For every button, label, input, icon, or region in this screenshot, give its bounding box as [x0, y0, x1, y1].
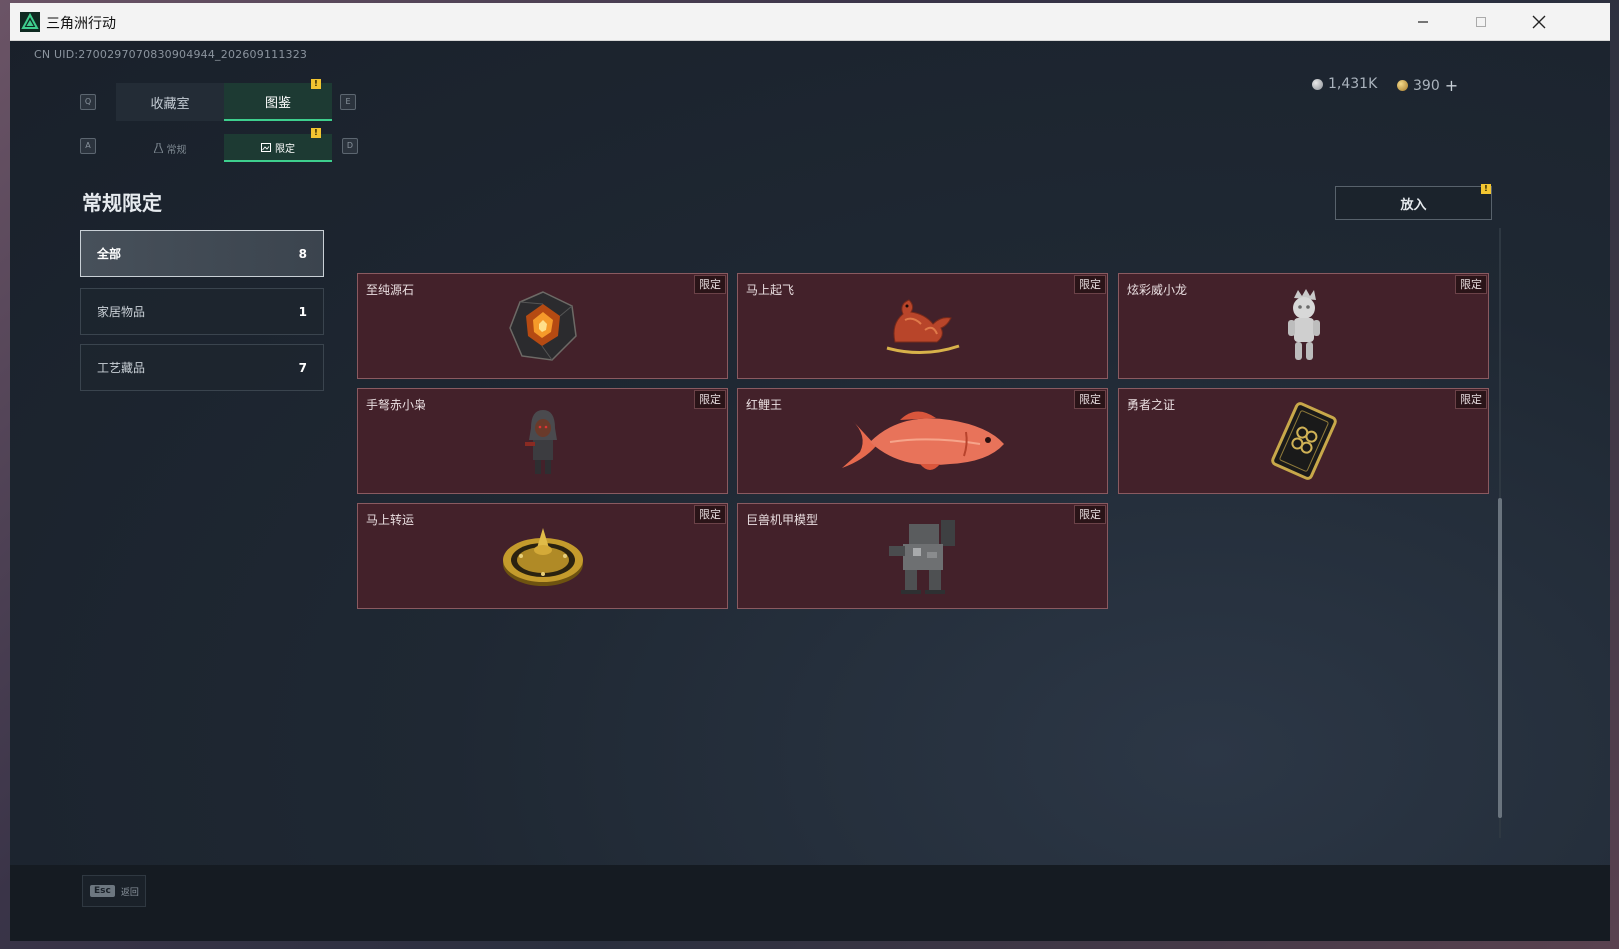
collection-item[interactable]: 炫彩威小龙 限定 [1118, 273, 1489, 379]
item-name: 红鲤王 [746, 398, 783, 412]
category-count: 7 [298, 360, 307, 375]
category-all[interactable]: 全部 8 [80, 230, 324, 277]
flask-icon [153, 143, 163, 153]
game-window: 三角洲行动 CN UID:2700297070830904944_2026091… [10, 3, 1610, 941]
close-icon [1532, 15, 1546, 28]
subtab-regular-label: 常规 [166, 144, 187, 156]
category-label: 全部 [97, 247, 122, 261]
tab-collection-room[interactable]: 收藏室 [116, 83, 224, 121]
mech-icon [888, 520, 955, 594]
main-tabs: 收藏室 图鉴 [116, 83, 332, 121]
minimize-icon [1418, 20, 1428, 23]
category-home-items[interactable]: 家居物品 1 [80, 288, 324, 335]
put-in-button[interactable]: 放入 [1335, 186, 1492, 220]
add-gold-button[interactable]: + [1445, 76, 1458, 95]
silver-currency: 1,431K [1312, 76, 1377, 92]
hooded-figure-icon [524, 410, 557, 474]
limited-tag: 限定 [1455, 390, 1487, 409]
item-name: 巨兽机甲模型 [746, 513, 819, 527]
item-name: 至纯源石 [366, 283, 415, 297]
close-button[interactable] [1510, 3, 1568, 40]
limited-tag: 限定 [1074, 505, 1106, 524]
gold-amount: 390 [1413, 77, 1440, 94]
silver-amount: 1,431K [1328, 76, 1378, 92]
item-name: 手弩赤小枭 [366, 398, 427, 412]
collection-item[interactable]: 至纯源石 限定 [357, 273, 728, 379]
sub-tabs: 常规 限定 [116, 134, 332, 162]
subtab-next-key[interactable]: D [342, 138, 358, 154]
figurine-icon [1287, 289, 1320, 360]
carp-icon [841, 411, 1004, 470]
category-count: 1 [298, 304, 307, 319]
minimize-button[interactable] [1394, 3, 1452, 40]
limited-tag: 限定 [694, 390, 726, 409]
limited-tag: 限定 [1074, 390, 1106, 409]
item-name: 马上转运 [366, 513, 415, 527]
gold-coin-icon [1397, 80, 1408, 91]
subtab-prev-key[interactable]: A [80, 138, 96, 154]
gold-currency: 390 + [1397, 76, 1458, 95]
gold-disc-icon [502, 528, 583, 586]
app-logo-icon [20, 12, 40, 32]
back-label: 返回 [120, 887, 139, 898]
item-name: 马上起飞 [746, 283, 795, 297]
collection-item[interactable]: 巨兽机甲模型 限定 [737, 503, 1108, 609]
horse-icon [886, 299, 959, 355]
esc-key: Esc [90, 885, 115, 897]
limited-tag: 限定 [694, 275, 726, 294]
tab-next-key[interactable]: E [340, 94, 356, 110]
subtab-limited-label: 限定 [275, 143, 295, 155]
category-craft-collectibles[interactable]: 工艺藏品 7 [80, 344, 324, 391]
put-in-label: 放入 [1400, 197, 1427, 213]
window-title: 三角洲行动 [46, 16, 116, 32]
category-count: 8 [298, 246, 307, 261]
limited-tag: 限定 [694, 505, 726, 524]
picture-icon [261, 142, 271, 152]
limited-tag: 限定 [1074, 275, 1106, 294]
maximize-button[interactable] [1452, 3, 1510, 40]
uid-label: CN UID:2700297070830904944_202609111323 [34, 48, 308, 61]
back-button[interactable]: Esc 返回 [82, 875, 146, 907]
item-name: 勇者之证 [1127, 398, 1176, 412]
tab-prev-key[interactable]: Q [80, 94, 96, 110]
bottom-bar [10, 865, 1610, 941]
scrollbar-thumb[interactable] [1498, 498, 1502, 818]
item-name: 炫彩威小龙 [1127, 283, 1188, 297]
collection-item[interactable]: 手弩赤小枭 限定 [357, 388, 728, 494]
card-icon [1270, 402, 1337, 480]
crystal-icon [508, 291, 577, 361]
collection-item[interactable]: 马上转运 限定 [357, 503, 728, 609]
subtab-limited-badge: ! [311, 128, 321, 138]
category-label: 工艺藏品 [97, 361, 146, 375]
collection-item[interactable]: 红鲤王 限定 [737, 388, 1108, 494]
title-bar: 三角洲行动 [10, 3, 1610, 41]
subtab-regular[interactable]: 常规 [116, 134, 224, 162]
limited-tag: 限定 [1455, 275, 1487, 294]
collection-item[interactable]: 马上起飞 限定 [737, 273, 1108, 379]
put-in-badge: ! [1481, 184, 1491, 194]
maximize-icon [1476, 16, 1486, 27]
tab-codex-badge: ! [311, 79, 321, 89]
subtab-limited[interactable]: 限定 [224, 134, 332, 162]
silver-coin-icon [1312, 78, 1323, 90]
collection-item[interactable]: 勇者之证 限定 [1118, 388, 1489, 494]
section-title: 常规限定 [82, 191, 162, 215]
category-label: 家居物品 [97, 305, 146, 319]
